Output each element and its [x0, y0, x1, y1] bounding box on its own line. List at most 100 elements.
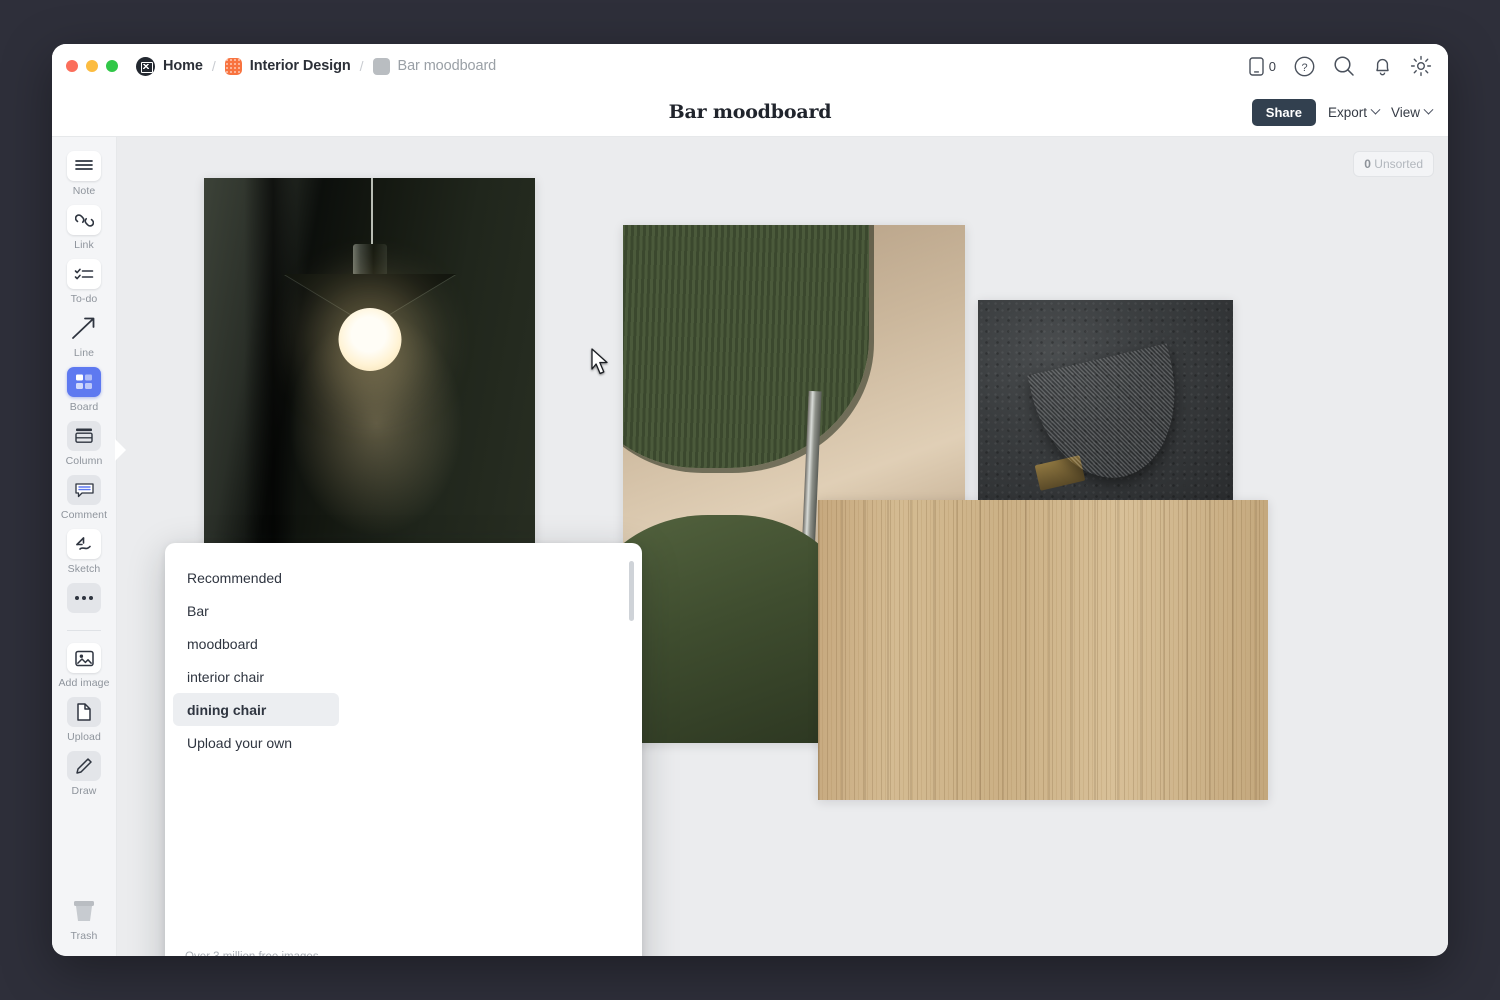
titlebar-actions: 0 ? [1249, 55, 1432, 77]
unsorted-label: Unsorted [1374, 157, 1423, 171]
picker-option-upload-your-own[interactable]: Upload your own [173, 726, 339, 759]
arrow-line-icon [67, 313, 101, 343]
toolbar-divider [67, 630, 101, 631]
picker-pointer-arrow [115, 439, 126, 461]
mouse-cursor-icon [589, 347, 613, 379]
tool-more[interactable] [56, 583, 112, 613]
app-window: Home / Interior Design / Bar moodboard 0 [52, 44, 1448, 956]
image-picker-popup[interactable]: Recommended Bar moodboard interior chair… [165, 543, 642, 956]
maximize-window-button[interactable] [106, 60, 118, 72]
column-icon [67, 421, 101, 451]
export-button[interactable]: Export [1328, 105, 1379, 120]
draw-pencil-icon [67, 751, 101, 781]
settings-gear-icon[interactable] [1410, 55, 1432, 77]
dark-pendant-lamp-photo[interactable] [204, 178, 535, 562]
popup-scrollbar[interactable] [629, 561, 634, 621]
tool-board[interactable]: Board [56, 367, 112, 413]
unsorted-badge[interactable]: 0 Unsorted [1353, 151, 1434, 177]
left-toolbar: Note Link [52, 137, 117, 956]
tool-label-upload: Upload [67, 731, 101, 743]
tool-label-todo: To-do [71, 293, 98, 305]
tool-label-trash: Trash [71, 930, 98, 942]
grey-board-icon [373, 58, 390, 75]
breadcrumb-item-home[interactable]: Home [136, 57, 203, 76]
tool-todo[interactable]: To-do [56, 259, 112, 305]
checklist-icon [67, 259, 101, 289]
tool-trash[interactable]: Trash [56, 896, 112, 942]
tool-link[interactable]: Link [56, 205, 112, 251]
tool-comment[interactable]: Comment [56, 475, 112, 521]
lamp-bulb [338, 308, 401, 371]
breadcrumb-separator-2: / [360, 58, 364, 74]
milanote-logo-icon [136, 57, 155, 76]
comment-bubble-icon [67, 475, 101, 505]
tool-sketch[interactable]: Sketch [56, 529, 112, 575]
picker-option-dining-chair[interactable]: dining chair [173, 693, 339, 726]
board-grid-icon [67, 367, 101, 397]
mobile-count-label: 0 [1269, 59, 1276, 74]
breadcrumb: Home / Interior Design / Bar moodboard [136, 57, 496, 76]
image-picker-footer: Over 3 million free images provided by P… [165, 949, 347, 957]
pexels-attribution: Over 3 million free images provided by P… [185, 949, 327, 957]
view-button[interactable]: View [1391, 105, 1432, 120]
title-bar: Home / Interior Design / Bar moodboard 0 [52, 44, 1448, 88]
close-window-button[interactable] [66, 60, 78, 72]
minimize-window-button[interactable] [86, 60, 98, 72]
tool-label-comment: Comment [61, 509, 107, 521]
breadcrumb-separator: / [212, 58, 216, 74]
breadcrumb-label-home: Home [163, 58, 203, 74]
upload-file-icon [67, 697, 101, 727]
tool-line[interactable]: Line [56, 313, 112, 359]
help-icon[interactable]: ? [1294, 56, 1315, 77]
tool-label-add-image: Add image [58, 677, 109, 689]
tool-label-draw: Draw [72, 785, 97, 797]
share-button[interactable]: Share [1252, 99, 1316, 126]
breadcrumb-label-interior-design: Interior Design [250, 58, 351, 74]
unsorted-count: 0 [1364, 157, 1371, 171]
link-chain-icon [67, 205, 101, 235]
export-label: Export [1328, 105, 1367, 120]
tool-label-sketch: Sketch [68, 563, 101, 575]
traffic-lights [66, 60, 118, 72]
tool-note[interactable]: Note [56, 151, 112, 197]
document-header: Bar moodboard Share Export View [52, 88, 1448, 137]
sketch-scribble-icon [67, 529, 101, 559]
svg-text:?: ? [1301, 62, 1307, 74]
picker-option-interior-chair[interactable]: interior chair [173, 660, 339, 693]
tool-column[interactable]: Column [56, 421, 112, 467]
tool-add-image[interactable]: Add image [56, 643, 112, 689]
note-lines-icon [67, 151, 101, 181]
wall-shadow [244, 178, 297, 562]
attribution-line-1: Over 3 million free images [185, 951, 319, 957]
view-label: View [1391, 105, 1420, 120]
page-title: Bar moodboard [52, 101, 1448, 123]
chevron-down-icon-2 [1424, 104, 1434, 114]
mobile-icon [1249, 57, 1264, 76]
tool-label-column: Column [66, 455, 103, 467]
wood-grain-texture [818, 500, 1268, 800]
image-picker-options: Recommended Bar moodboard interior chair… [165, 543, 642, 759]
lamp-cord [371, 178, 373, 247]
picker-option-bar[interactable]: Bar [173, 594, 339, 627]
orange-folder-icon [225, 58, 242, 75]
breadcrumb-item-interior-design[interactable]: Interior Design [225, 58, 351, 75]
lamp-neck [353, 244, 387, 276]
brass-handle-photo[interactable] [978, 300, 1233, 500]
tool-label-board: Board [70, 401, 99, 413]
oak-wood-veneer-photo[interactable] [818, 500, 1268, 800]
chair-backrest [623, 225, 869, 468]
add-image-icon [67, 643, 101, 673]
picker-option-moodboard[interactable]: moodboard [173, 627, 339, 660]
more-dots-icon [67, 583, 101, 613]
picker-option-recommended[interactable]: Recommended [173, 561, 339, 594]
search-icon[interactable] [1333, 55, 1355, 77]
document-actions: Share Export View [1252, 99, 1432, 126]
breadcrumb-item-bar-moodboard[interactable]: Bar moodboard [373, 58, 497, 75]
tool-label-link: Link [74, 239, 94, 251]
chevron-down-icon [1371, 104, 1381, 114]
notification-bell-icon[interactable] [1373, 56, 1392, 77]
tool-upload[interactable]: Upload [56, 697, 112, 743]
app-body: Note Link [52, 137, 1448, 956]
tool-draw[interactable]: Draw [56, 751, 112, 797]
mobile-devices-button[interactable]: 0 [1249, 57, 1276, 76]
